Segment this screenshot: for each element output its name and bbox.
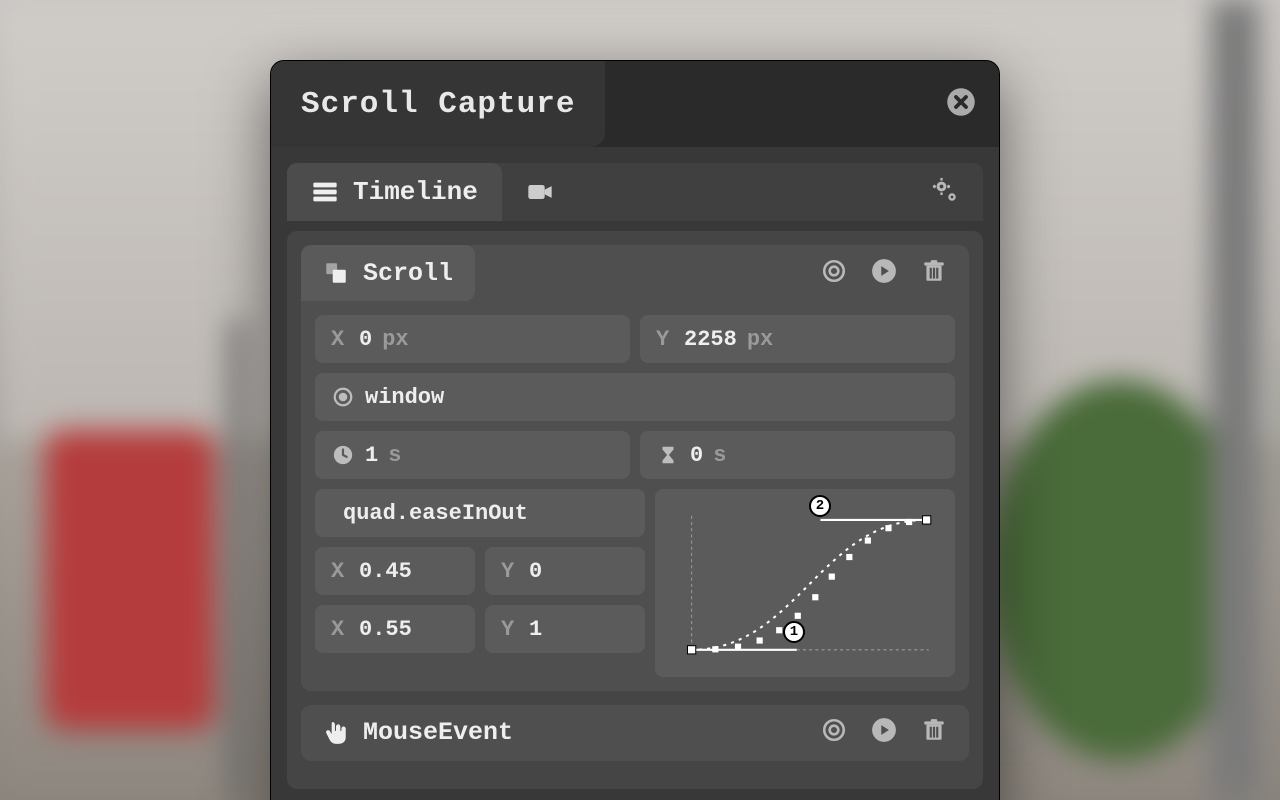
panel-body: Timeline (271, 147, 999, 800)
handle-2-badge[interactable]: 2 (809, 495, 831, 517)
delay-value: 0 (690, 443, 703, 468)
item-header: Scroll (301, 245, 969, 301)
delay-unit: s (713, 443, 726, 468)
window-title: Scroll Capture (271, 61, 605, 147)
handle-1-badge[interactable]: 1 (783, 621, 805, 643)
p2y-label: Y (501, 617, 519, 642)
p2x-field[interactable]: X 0.55 (315, 605, 475, 653)
item-tab-mouseevent[interactable]: MouseEvent (301, 705, 535, 761)
p1y-value: 0 (529, 559, 542, 584)
tab-timeline[interactable]: Timeline (287, 163, 502, 221)
scroll-icon (323, 260, 349, 286)
scroll-x-field[interactable]: X 0 px (315, 315, 630, 363)
item-tab-scroll[interactable]: Scroll (301, 245, 475, 301)
trash-icon (921, 258, 947, 289)
target-icon (821, 717, 847, 748)
tab-timeline-label: Timeline (353, 177, 478, 207)
item-body: X 0 px Y 2258 px window (301, 301, 969, 691)
item-label: MouseEvent (363, 718, 513, 747)
timeline-body: Scroll (287, 231, 983, 789)
locate-button[interactable] (813, 252, 855, 294)
camera-icon (526, 178, 554, 206)
gears-icon (931, 176, 959, 209)
close-button[interactable] (945, 88, 977, 120)
play-icon (871, 717, 897, 748)
delete-button[interactable] (913, 712, 955, 754)
p1x-field[interactable]: X 0.45 (315, 547, 475, 595)
scroll-y-field[interactable]: Y 2258 px (640, 315, 955, 363)
item-header: MouseEvent (301, 705, 969, 761)
titlebar: Scroll Capture (271, 61, 999, 147)
pointer-icon (323, 720, 349, 746)
y-value: 2258 (684, 327, 737, 352)
hourglass-icon (656, 443, 680, 467)
p2x-label: X (331, 617, 349, 642)
record-dot-icon (331, 385, 355, 409)
delay-field[interactable]: 0 s (640, 431, 955, 479)
main-toolbar: Timeline (287, 163, 983, 221)
clock-icon (331, 443, 355, 467)
timeline-icon (311, 178, 339, 206)
timeline-item-mouseevent: MouseEvent (301, 705, 969, 761)
p2y-value: 1 (529, 617, 542, 642)
p1y-label: Y (501, 559, 519, 584)
p2y-field[interactable]: Y 1 (485, 605, 645, 653)
p1y-field[interactable]: Y 0 (485, 547, 645, 595)
tab-record[interactable] (502, 163, 578, 221)
timeline-item-scroll: Scroll (301, 245, 969, 691)
play-icon (871, 258, 897, 289)
item-label: Scroll (363, 259, 453, 288)
x-value: 0 (359, 327, 372, 352)
p2x-value: 0.55 (359, 617, 412, 642)
duration-field[interactable]: 1 s (315, 431, 630, 479)
duration-value: 1 (365, 443, 378, 468)
play-button[interactable] (863, 252, 905, 294)
play-button[interactable] (863, 712, 905, 754)
p1x-value: 0.45 (359, 559, 412, 584)
x-label: X (331, 327, 349, 352)
p1x-label: X (331, 559, 349, 584)
target-icon (821, 258, 847, 289)
trash-icon (921, 717, 947, 748)
easing-value: quad.easeInOut (343, 501, 528, 526)
y-unit: px (747, 327, 773, 352)
locate-button[interactable] (813, 712, 855, 754)
target-value: window (365, 385, 444, 410)
window-title-text: Scroll Capture (301, 87, 575, 122)
delete-button[interactable] (913, 252, 955, 294)
close-icon (946, 87, 976, 122)
x-unit: px (382, 327, 408, 352)
y-label: Y (656, 327, 674, 352)
curve-plot (671, 503, 939, 663)
scroll-target-field[interactable]: window (315, 373, 955, 421)
easing-select[interactable]: quad.easeInOut (315, 489, 645, 537)
settings-button[interactable] (925, 172, 965, 212)
scroll-capture-panel: Scroll Capture Timeline (270, 60, 1000, 800)
duration-unit: s (388, 443, 401, 468)
easing-curve-editor[interactable]: 1 2 (655, 489, 955, 677)
